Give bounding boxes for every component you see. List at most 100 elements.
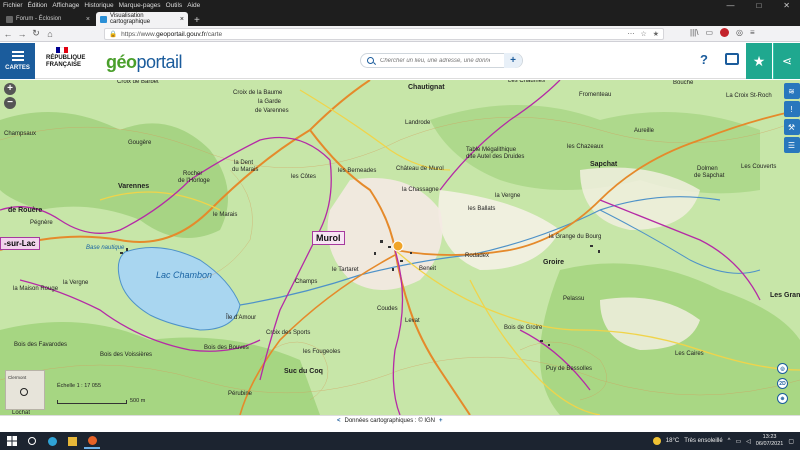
file-explorer-icon[interactable] xyxy=(64,433,80,449)
overview-minimap[interactable]: Clermont xyxy=(5,370,45,410)
tab-favicon xyxy=(100,15,107,23)
place-label: Coudes xyxy=(377,306,398,312)
place-label: le Marais xyxy=(213,212,238,218)
extension-icon[interactable] xyxy=(720,28,730,37)
lock-icon: 🔒 xyxy=(109,31,118,38)
bookmark-star-icon[interactable]: ★ xyxy=(653,30,659,38)
tab-visualisation[interactable]: Visualisation cartographique × xyxy=(96,12,188,26)
forward-button[interactable]: → xyxy=(16,28,28,40)
hamburger-icon xyxy=(11,51,24,61)
reload-button[interactable]: ↻ xyxy=(30,28,42,40)
tab-close-icon[interactable]: × xyxy=(86,16,90,23)
menu-historique[interactable]: Historique xyxy=(84,2,113,9)
menu-edition[interactable]: Édition xyxy=(28,2,48,9)
weather-icon xyxy=(652,437,661,445)
tab-label: Visualisation cartographique xyxy=(110,13,151,25)
menu-outils[interactable]: Outils xyxy=(166,2,183,9)
library-icon[interactable]: |||\ xyxy=(690,28,698,37)
search-icon xyxy=(367,57,374,64)
print-icon[interactable] xyxy=(725,53,739,65)
place-label: Croix de la Baume xyxy=(233,90,283,96)
scale-value: 500 m xyxy=(130,398,146,404)
attribution-more-icon[interactable]: + xyxy=(439,418,443,424)
close-window-button[interactable]: ✕ xyxy=(783,1,790,10)
minimize-button[interactable]: — xyxy=(726,1,734,10)
clock[interactable]: 13:23 06/07/2021 xyxy=(756,434,784,448)
pocket-icon[interactable]: ☆ xyxy=(640,30,646,38)
place-label: Levat xyxy=(405,318,420,324)
zoom-out-button[interactable]: − xyxy=(4,97,16,109)
tab-forum[interactable]: Forum - Éclosion × xyxy=(2,12,94,26)
place-search[interactable]: + xyxy=(360,53,523,68)
sidebar-icon[interactable]: ▭ xyxy=(705,28,713,37)
geoportail-logo[interactable]: géoportail xyxy=(106,52,183,73)
maximize-button[interactable]: □ xyxy=(756,1,761,10)
legend-icon[interactable]: ☰ xyxy=(783,137,800,153)
tray-chevron-icon[interactable]: ^ xyxy=(728,438,731,444)
place-label: de l'Horloge xyxy=(178,178,210,184)
place-label: Les Caires xyxy=(675,351,704,357)
place-label: dite Autel des Druides xyxy=(466,154,525,160)
place-label: le Tartaret xyxy=(332,267,359,273)
notification-icon[interactable]: ▢ xyxy=(788,438,794,445)
place-label: Bois des Voissières xyxy=(100,352,153,358)
cartes-menu-button[interactable]: CARTES xyxy=(0,43,35,79)
url-bar[interactable]: 🔒 https://www.geoportail.gouv.fr/carte ⋯… xyxy=(104,28,664,40)
menu-aide[interactable]: Aide xyxy=(187,2,200,9)
place-label: la Chassagne xyxy=(402,187,439,193)
home-button[interactable]: ⌂ xyxy=(44,28,56,40)
firefox-icon[interactable] xyxy=(84,433,100,449)
place-label: La Croix St-Roch xyxy=(726,93,772,99)
menu-hamburger-icon[interactable]: ≡ xyxy=(750,28,755,37)
menu-affichage[interactable]: Affichage xyxy=(52,2,79,9)
favorite-button[interactable]: ★ xyxy=(746,43,772,79)
attribution-bar: < Données cartographiques : © IGN + xyxy=(0,415,800,427)
place-label: de Rouère xyxy=(8,207,43,214)
share-button[interactable]: ⋖ xyxy=(773,43,800,79)
murol-label: Murol xyxy=(312,231,345,245)
map-side-toolbar: ≋ ! ⚒ ☰ xyxy=(783,80,800,153)
compass-icon[interactable]: ⊕ xyxy=(777,393,788,404)
map-view[interactable]: Croix de Barbet Croix de la Baume la Garde… xyxy=(0,80,800,415)
account-icon[interactable]: ◎ xyxy=(736,28,743,37)
windows-start-icon[interactable] xyxy=(4,433,20,449)
republique-francaise-logo[interactable]: RÉPUBLIQUE FRANÇAISE xyxy=(46,47,96,75)
place-label: Les Grang xyxy=(770,292,800,299)
place-label: du Marais xyxy=(232,167,259,173)
place-label: Bois des Bouves xyxy=(204,345,249,351)
view-2d-toggle[interactable]: 2D xyxy=(777,378,788,389)
zoom-in-button[interactable]: + xyxy=(4,83,16,95)
page-actions-icon[interactable]: ⋯ xyxy=(627,30,634,38)
place-label: Base nautique xyxy=(86,245,125,251)
edge-icon[interactable] xyxy=(44,433,60,449)
volume-icon[interactable]: ◁ xyxy=(746,438,751,445)
geolocate-icon[interactable]: ◎ xyxy=(777,363,788,374)
menu-marque-pages[interactable]: Marque-pages xyxy=(119,2,161,9)
network-icon[interactable]: ▭ xyxy=(736,438,742,445)
search-input[interactable] xyxy=(380,57,490,64)
search-taskbar-icon[interactable] xyxy=(24,433,40,449)
place-label: Pérubine xyxy=(228,391,253,397)
back-button[interactable]: ← xyxy=(2,28,14,40)
attribution-collapse-icon[interactable]: < xyxy=(337,418,341,424)
windows-taskbar: 18°C Très ensoleillé ^ ▭ ◁ 13:23 06/07/2… xyxy=(0,432,800,450)
place-label: les Chazeaux xyxy=(567,144,604,150)
layers-icon[interactable]: ≋ xyxy=(783,83,800,99)
place-label: Bouche xyxy=(673,80,694,86)
advanced-search-button[interactable]: + xyxy=(504,53,522,68)
place-label: la Maison Rouge xyxy=(13,286,59,292)
place-label: de Varennes xyxy=(255,108,289,114)
new-tab-button[interactable]: + xyxy=(188,15,206,26)
tab-close-icon[interactable]: × xyxy=(180,16,184,23)
help-button[interactable]: ? xyxy=(700,52,708,67)
place-label: Puy de Bessolles xyxy=(546,366,593,372)
menu-fichier[interactable]: Fichier xyxy=(3,2,23,9)
temperature: 18°C xyxy=(665,438,680,444)
info-icon[interactable]: ! xyxy=(783,101,800,117)
place-label: Varennes xyxy=(118,183,150,190)
tools-icon[interactable]: ⚒ xyxy=(783,119,800,135)
place-label: Champsaux xyxy=(4,131,37,137)
place-label: Les Chaumes xyxy=(508,80,546,84)
attribution-text: Données cartographiques : © IGN xyxy=(344,418,435,424)
place-label: les Ballats xyxy=(468,206,496,212)
